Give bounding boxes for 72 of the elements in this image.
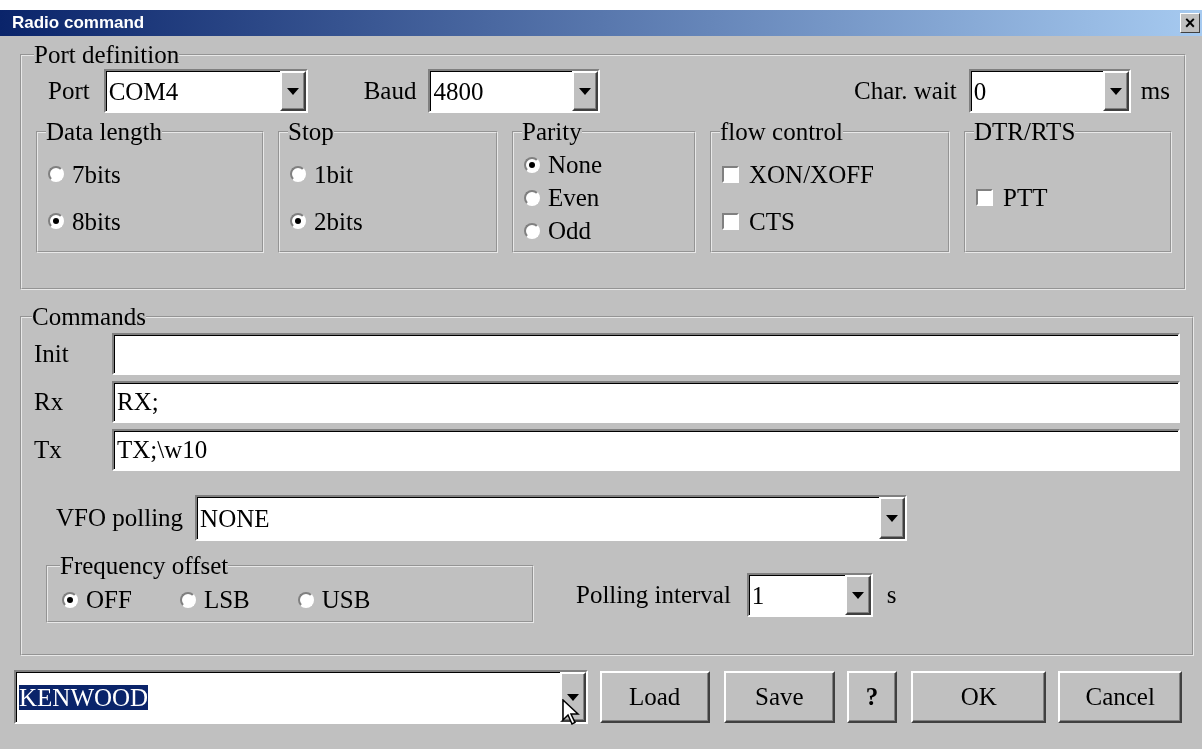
checkbox-label: CTS [749,208,795,234]
radio-label: LSB [203,587,250,612]
input-field[interactable]: TX;\w10 [112,429,1180,471]
dropdown-field[interactable]: 1 [746,573,873,617]
radio-button[interactable] [48,213,64,229]
radio-button[interactable] [62,591,78,608]
group-title: Parity [522,119,582,144]
close-button[interactable]: × [1180,13,1200,33]
caret-icon [579,87,592,95]
group-title: Frequency offset [60,553,229,578]
caret-icon [851,591,864,599]
dropdown-button[interactable] [844,575,871,615]
radio-label: USB [321,587,371,612]
dropdown-field[interactable]: 4800 [428,69,601,113]
dropdown-button[interactable] [1102,71,1129,111]
dialog-button[interactable]: Load [599,671,710,723]
group-title: Commands [32,304,146,329]
checkbox[interactable] [722,212,739,230]
dropdown-button[interactable] [879,497,906,539]
field-label: Tx [34,435,63,466]
dropdown-field[interactable]: KENWOOD [14,670,588,724]
radio-label: Even [548,185,600,210]
field-label: VFO polling [56,503,184,534]
dialog-button[interactable]: ? [847,671,897,723]
input-field[interactable] [112,333,1180,375]
radio-button[interactable] [524,222,540,239]
dialog-button[interactable]: OK [910,671,1047,723]
group-title: Stop [288,119,334,144]
window-title: Radio command [12,12,145,35]
caret-icon [286,87,299,95]
dialog-button[interactable]: Save [723,671,836,723]
checkbox[interactable] [976,189,993,206]
dropdown-button[interactable] [572,71,599,111]
unit-label: s [886,580,897,611]
group-title: Port definition [34,42,180,67]
dropdown-field[interactable]: 0 [968,69,1131,113]
checkbox-label: PTT [1003,185,1048,210]
radio-button[interactable] [297,591,314,608]
radio-label: None [548,152,603,177]
checkbox[interactable] [722,165,739,183]
field-label: Init [34,339,70,370]
dropdown-button[interactable] [279,71,306,111]
group-title: DTR/RTS [974,119,1076,144]
radio-label: 8bits [72,208,121,234]
radio-button[interactable] [179,591,196,608]
radio-button[interactable] [290,213,306,229]
dropdown-field[interactable]: COM4 [103,69,308,113]
caret-icon [1109,87,1122,95]
dialog-button[interactable]: Cancel [1058,671,1182,723]
unit-label: ms [1140,76,1170,107]
checkbox-label: XON/XOFF [749,161,875,187]
caret-icon [566,693,579,701]
radio-label: 1bit [314,161,353,187]
input-field[interactable]: RX; [112,381,1180,423]
radio-button[interactable] [290,166,306,182]
field-label: Char. wait [854,76,957,107]
group-title: Data length [46,119,162,144]
radio-label: 2bits [314,208,363,234]
field-label: Baud [363,76,417,107]
radio-button[interactable] [524,189,540,206]
radio-button[interactable] [48,166,64,182]
radio-button[interactable] [524,156,540,173]
radio-label: 7bits [72,161,121,187]
caret-icon [886,514,899,522]
radio-label: OFF [86,587,132,612]
radio-label: Odd [548,218,592,243]
group-title: flow control [720,119,843,144]
dropdown-field[interactable]: NONE [195,495,908,541]
field-label: Polling interval [576,580,731,611]
field-label: Port [48,76,90,107]
field-label: Rx [34,387,65,418]
cursor-icon [561,699,580,725]
